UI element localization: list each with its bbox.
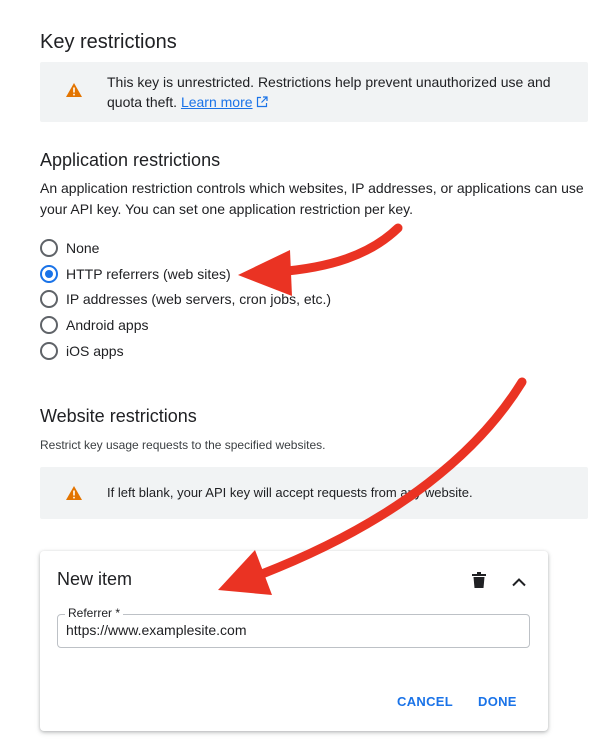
- radio-label: IP addresses (web servers, cron jobs, et…: [66, 291, 332, 307]
- radio-option-ios-apps[interactable]: iOS apps: [40, 340, 124, 362]
- learn-more-link[interactable]: Learn more: [181, 94, 253, 110]
- application-restrictions-title: Application restrictions: [40, 150, 221, 170]
- new-item-card: New item Referrer * CANCEL DONE: [40, 551, 548, 731]
- radio-option-android-apps[interactable]: Android apps: [40, 314, 149, 336]
- radio-option-ip-addresses[interactable]: IP addresses (web servers, cron jobs, et…: [40, 288, 331, 310]
- chevron-up-icon[interactable]: [512, 574, 526, 592]
- website-restrictions-title: Website restrictions: [40, 406, 197, 426]
- website-restrictions-description: Restrict key usage requests to the speci…: [40, 438, 326, 452]
- external-link-icon: [256, 93, 269, 113]
- radio-option-none[interactable]: None: [40, 237, 99, 259]
- blank-website-warning-banner: If left blank, your API key will accept …: [40, 467, 588, 519]
- radio-button-selected[interactable]: [40, 265, 58, 283]
- radio-button[interactable]: [40, 290, 58, 308]
- warning-icon: [66, 486, 82, 505]
- unrestricted-warning-text: This key is unrestricted. Restrictions h…: [107, 72, 567, 113]
- radio-button[interactable]: [40, 342, 58, 360]
- radio-button[interactable]: [40, 316, 58, 334]
- annotation-arrow-to-http-referrers: [238, 223, 403, 296]
- radio-label: iOS apps: [66, 343, 124, 359]
- radio-button[interactable]: [40, 239, 58, 257]
- unrestricted-warning-banner: This key is unrestricted. Restrictions h…: [40, 62, 588, 122]
- referrer-field-label: Referrer *: [65, 606, 124, 620]
- referrer-input[interactable]: [66, 622, 506, 638]
- radio-label: HTTP referrers (web sites): [66, 266, 231, 282]
- radio-label: Android apps: [66, 317, 149, 333]
- application-restrictions-description: An application restriction controls whic…: [40, 180, 584, 217]
- trash-icon[interactable]: [472, 572, 486, 593]
- key-restrictions-title: Key restrictions: [40, 31, 177, 53]
- banner-message: This key is unrestricted. Restrictions h…: [107, 74, 551, 110]
- blank-website-warning-text: If left blank, your API key will accept …: [107, 485, 473, 500]
- warning-icon: [66, 83, 82, 102]
- radio-label: None: [66, 240, 100, 256]
- referrer-field[interactable]: Referrer *: [57, 606, 530, 648]
- radio-option-http-referrers[interactable]: HTTP referrers (web sites): [40, 263, 231, 285]
- cancel-button[interactable]: CANCEL: [397, 694, 453, 709]
- done-button[interactable]: DONE: [478, 694, 517, 709]
- new-item-title: New item: [57, 569, 133, 589]
